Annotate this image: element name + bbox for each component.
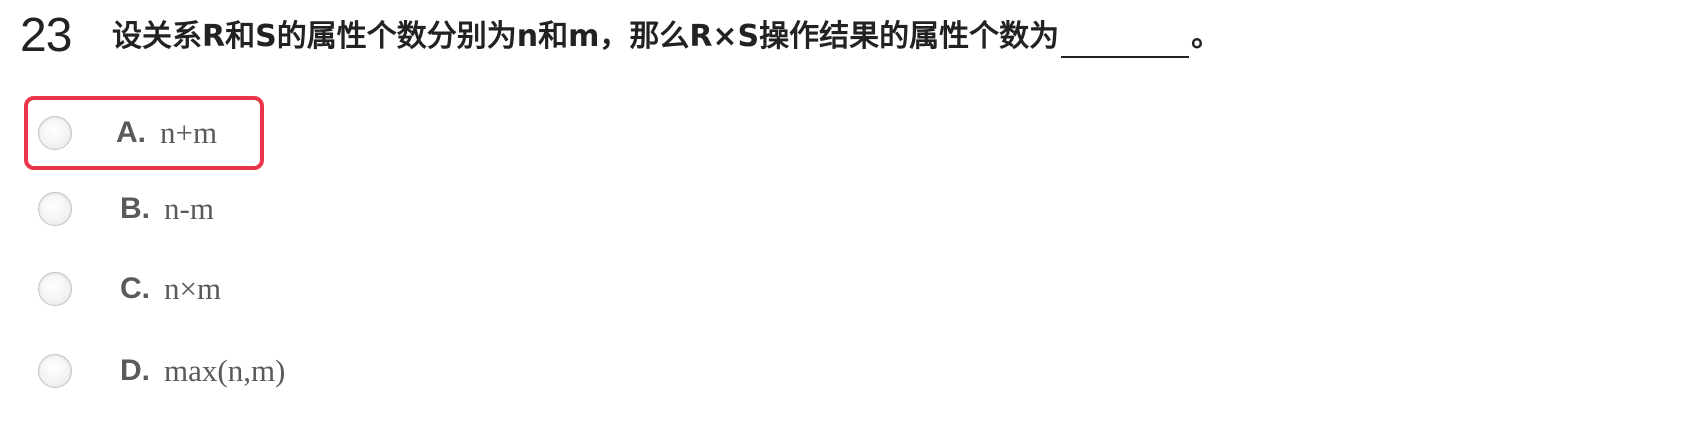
radio-button-d[interactable] — [38, 354, 72, 388]
question-text: 设关系R和S的属性个数分别为n和m，那么R×S操作结果的属性个数为 。 — [112, 16, 1221, 58]
option-letter-c: C. — [120, 272, 150, 305]
question-stem: 设关系R和S的属性个数分别为n和m，那么R×S操作结果的属性个数为 — [112, 19, 1060, 54]
radio-button-a[interactable] — [38, 116, 72, 150]
option-text-a: n+m — [160, 115, 218, 150]
option-text-d: max(n,m) — [164, 353, 286, 388]
option-text-b: n-m — [164, 191, 214, 226]
option-letter-b: B. — [120, 192, 150, 225]
radio-button-b[interactable] — [38, 192, 72, 226]
option-letter-d: D. — [120, 354, 150, 387]
option-text-c: n×m — [164, 271, 222, 306]
question-number: 23 — [20, 9, 72, 62]
answer-blank — [1061, 24, 1190, 58]
question-end-punctuation: 。 — [1191, 19, 1222, 54]
option-letter-a: A. — [116, 116, 146, 149]
radio-button-c[interactable] — [38, 272, 72, 306]
option-a[interactable]: A. n+m — [24, 96, 264, 170]
